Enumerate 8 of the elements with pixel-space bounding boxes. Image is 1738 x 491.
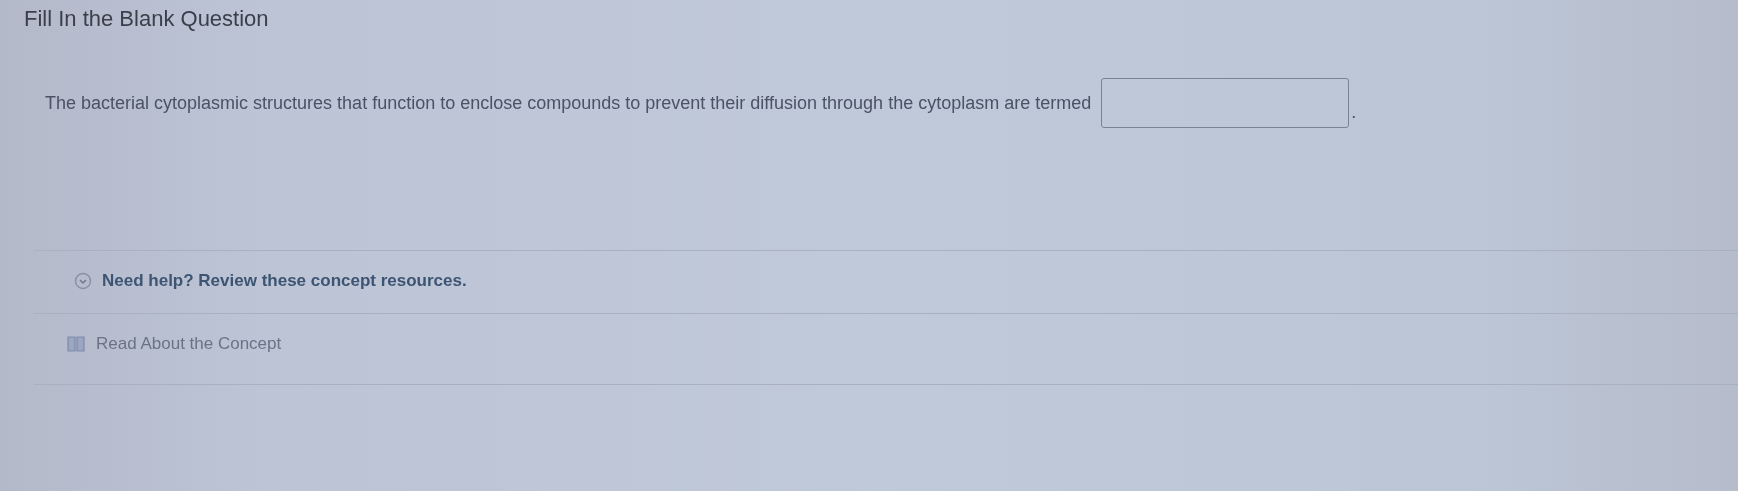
answer-box[interactable] <box>1101 78 1350 128</box>
resource-link[interactable]: Read About the Concept <box>96 334 282 354</box>
question-text: The bacterial cytoplasmic structures that function to enclose compounds to prevent their diffusion through the cytoplasm are termed <box>45 92 1092 114</box>
help-toggle[interactable]: Need help? Review these concept resources. <box>102 271 467 291</box>
period-text: . <box>1351 101 1357 123</box>
book-icon <box>66 335 86 353</box>
question-title: Fill In the Blank Question <box>24 6 269 32</box>
chevron-icon[interactable] <box>74 272 92 290</box>
